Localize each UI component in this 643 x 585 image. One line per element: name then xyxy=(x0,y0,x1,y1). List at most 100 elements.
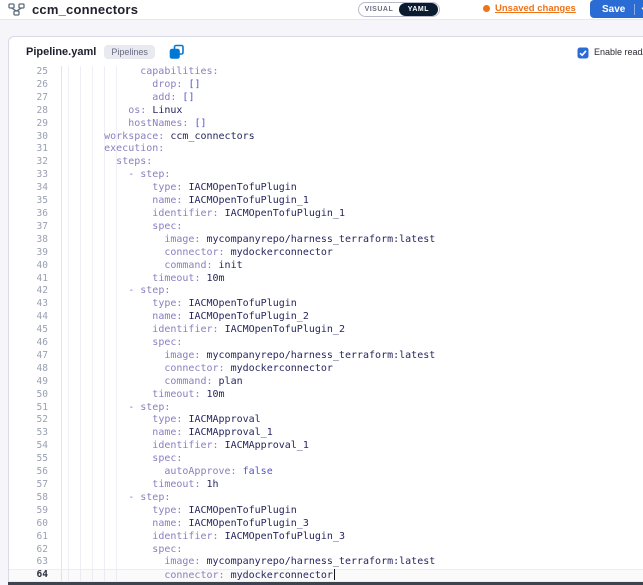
code-line[interactable]: 42 - step: xyxy=(9,285,643,298)
code-text: - step: xyxy=(61,492,170,505)
code-line[interactable]: 26 drop: [] xyxy=(9,79,643,92)
code-text: timeout: 1h xyxy=(61,479,219,492)
save-button[interactable]: Save xyxy=(590,0,643,18)
copy-icon[interactable] xyxy=(169,44,185,60)
code-text: os: Linux xyxy=(61,105,182,118)
code-line[interactable]: 30 workspace: ccm_connectors xyxy=(9,131,643,144)
code-text: name: IACMApproval_1 xyxy=(61,427,273,440)
line-number: 27 xyxy=(9,92,61,105)
code-line[interactable]: 38 image: mycompanyrepo/harness_terrafor… xyxy=(9,234,643,247)
code-line[interactable]: 46 spec: xyxy=(9,337,643,350)
code-text: name: IACMOpenTofuPlugin_2 xyxy=(61,311,309,324)
enable-readonly-label: Enable read/ xyxy=(594,47,643,57)
code-line[interactable]: 39 connector: mydockerconnector xyxy=(9,247,643,260)
line-number: 55 xyxy=(9,453,61,466)
line-number: 30 xyxy=(9,131,61,144)
code-line[interactable]: 61 identifier: IACMOpenTofuPlugin_3 xyxy=(9,531,643,544)
code-line[interactable]: 49 command: plan xyxy=(9,376,643,389)
code-line[interactable]: 43 type: IACMOpenTofuPlugin xyxy=(9,298,643,311)
line-number: 45 xyxy=(9,324,61,337)
line-number: 40 xyxy=(9,260,61,273)
line-number: 63 xyxy=(9,556,61,569)
code-line[interactable]: 54 identifier: IACMApproval_1 xyxy=(9,440,643,453)
code-text: name: IACMOpenTofuPlugin_3 xyxy=(61,518,309,531)
code-text: timeout: 10m xyxy=(61,273,225,286)
line-number: 41 xyxy=(9,273,61,286)
code-line[interactable]: 56 autoApprove: false xyxy=(9,466,643,479)
code-line[interactable]: 50 timeout: 10m xyxy=(9,389,643,402)
code-text: command: init xyxy=(61,260,243,273)
code-line[interactable]: 48 connector: mydockerconnector xyxy=(9,363,643,376)
code-text: steps: xyxy=(61,156,152,169)
toggle-visual[interactable]: VISUAL xyxy=(359,6,399,13)
code-line[interactable]: 35 name: IACMOpenTofuPlugin_1 xyxy=(9,195,643,208)
code-text: connector: mydockerconnector xyxy=(61,569,335,582)
code-line[interactable]: 41 timeout: 10m xyxy=(9,273,643,286)
line-number: 53 xyxy=(9,427,61,440)
code-line[interactable]: 52 type: IACMApproval xyxy=(9,414,643,427)
code-line[interactable]: 37 spec: xyxy=(9,221,643,234)
code-text: spec: xyxy=(61,221,182,234)
toggle-yaml[interactable]: YAML xyxy=(399,3,438,16)
visual-yaml-toggle[interactable]: VISUAL YAML xyxy=(358,2,440,17)
line-number: 60 xyxy=(9,518,61,531)
line-number: 64 xyxy=(9,569,61,582)
code-text: type: IACMOpenTofuPlugin xyxy=(61,505,297,518)
code-line[interactable]: 59 type: IACMOpenTofuPlugin xyxy=(9,505,643,518)
code-text: connector: mydockerconnector xyxy=(61,247,333,260)
code-text: identifier: IACMOpenTofuPlugin_1 xyxy=(61,208,345,221)
yaml-editor-panel: Pipeline.yaml Pipelines Enable read/ 25 … xyxy=(8,36,643,585)
unsaved-changes-link[interactable]: Unsaved changes xyxy=(483,3,576,14)
code-line[interactable]: 28 os: Linux xyxy=(9,105,643,118)
code-line[interactable]: 53 name: IACMApproval_1 xyxy=(9,427,643,440)
code-line[interactable]: 44 name: IACMOpenTofuPlugin_2 xyxy=(9,311,643,324)
line-number: 42 xyxy=(9,285,61,298)
code-line[interactable]: 25 capabilities: xyxy=(9,66,643,79)
code-text: connector: mydockerconnector xyxy=(61,363,333,376)
code-lines: 25 capabilities:26 drop: []27 add: []28 … xyxy=(9,66,643,582)
line-number: 59 xyxy=(9,505,61,518)
code-line[interactable]: 29 hostNames: [] xyxy=(9,118,643,131)
line-number: 50 xyxy=(9,389,61,402)
page-title: ccm_connectors xyxy=(32,2,138,17)
code-line[interactable]: 36 identifier: IACMOpenTofuPlugin_1 xyxy=(9,208,643,221)
code-line[interactable]: 32 steps: xyxy=(9,156,643,169)
code-text: command: plan xyxy=(61,376,243,389)
checkbox-checked-icon[interactable] xyxy=(577,46,589,58)
line-number: 62 xyxy=(9,544,61,557)
code-text: capabilities: xyxy=(61,66,219,79)
chevron-down-icon[interactable] xyxy=(635,6,643,13)
editor-toolbar: Pipeline.yaml Pipelines Enable read/ xyxy=(9,37,643,66)
code-line[interactable]: 51 - step: xyxy=(9,402,643,415)
code-line[interactable]: 62 spec: xyxy=(9,544,643,557)
yaml-code-editor[interactable]: 25 capabilities:26 drop: []27 add: []28 … xyxy=(9,66,643,583)
line-number: 58 xyxy=(9,492,61,505)
code-line[interactable]: 47 image: mycompanyrepo/harness_terrafor… xyxy=(9,350,643,363)
line-number: 51 xyxy=(9,402,61,415)
code-text: type: IACMOpenTofuPlugin xyxy=(61,182,297,195)
code-line[interactable]: 60 name: IACMOpenTofuPlugin_3 xyxy=(9,518,643,531)
code-line[interactable]: 55 spec: xyxy=(9,453,643,466)
line-number: 48 xyxy=(9,363,61,376)
code-text: name: IACMOpenTofuPlugin_1 xyxy=(61,195,309,208)
line-number: 57 xyxy=(9,479,61,492)
line-number: 49 xyxy=(9,376,61,389)
code-text: - step: xyxy=(61,169,170,182)
code-line[interactable]: 33 - step: xyxy=(9,169,643,182)
code-line[interactable]: 63 image: mycompanyrepo/harness_terrafor… xyxy=(9,556,643,569)
code-text: image: mycompanyrepo/harness_terraform:l… xyxy=(61,350,435,363)
code-line[interactable]: 64 connector: mydockerconnector xyxy=(9,569,643,582)
code-line[interactable]: 58 - step: xyxy=(9,492,643,505)
code-text: - step: xyxy=(61,285,170,298)
code-text: drop: [] xyxy=(61,79,200,92)
code-line[interactable]: 27 add: [] xyxy=(9,92,643,105)
code-line[interactable]: 40 command: init xyxy=(9,260,643,273)
code-line[interactable]: 34 type: IACMOpenTofuPlugin xyxy=(9,182,643,195)
code-text: timeout: 10m xyxy=(61,389,225,402)
code-line[interactable]: 31 execution: xyxy=(9,143,643,156)
code-line[interactable]: 45 identifier: IACMOpenTofuPlugin_2 xyxy=(9,324,643,337)
code-text: hostNames: [] xyxy=(61,118,207,131)
line-number: 26 xyxy=(9,79,61,92)
line-number: 37 xyxy=(9,221,61,234)
code-line[interactable]: 57 timeout: 1h xyxy=(9,479,643,492)
